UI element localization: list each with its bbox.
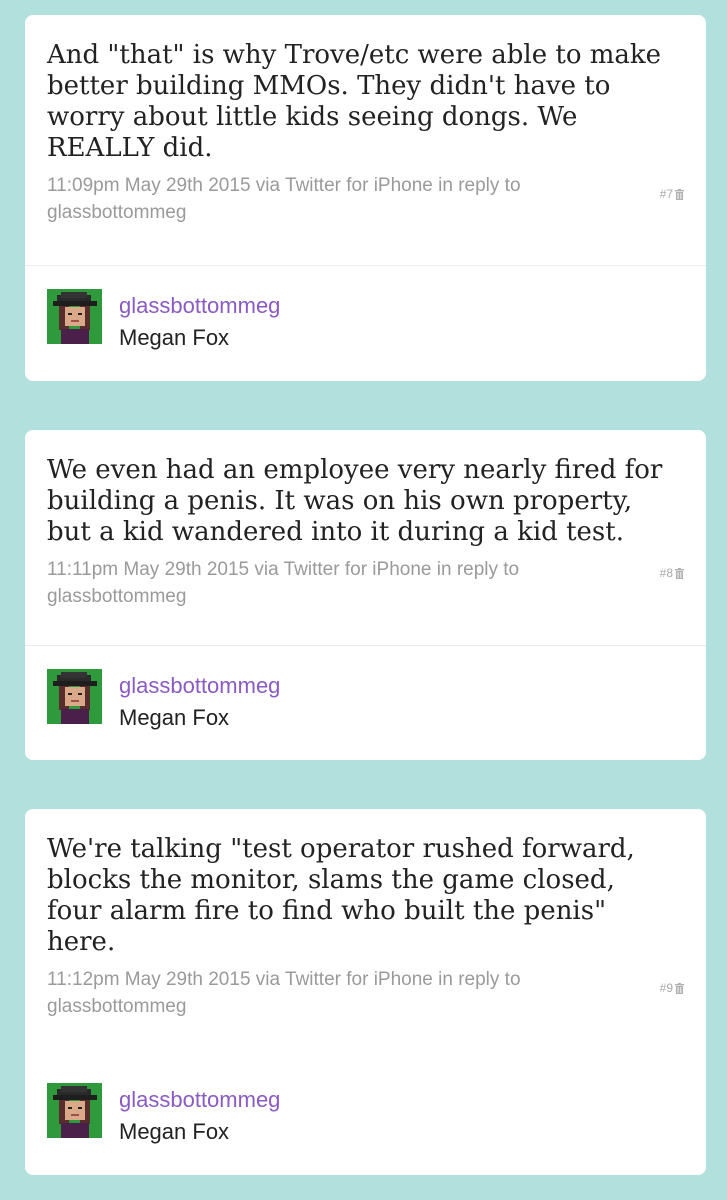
via-label: via (255, 175, 281, 196)
tweet-number: #9 (660, 981, 684, 995)
author-username[interactable]: glassbottommeg (119, 1085, 280, 1115)
author-name: Megan Fox (119, 1119, 230, 1144)
avatar[interactable] (47, 669, 102, 724)
tweet-text: We're talking "test operator rushed forw… (47, 834, 635, 957)
reply-to-link[interactable]: glassbottommeg (47, 996, 186, 1017)
author-block[interactable]: glassbottommeg Megan Fox (47, 289, 280, 355)
tweet-body: And "that" is why Trove/etc were able to… (25, 15, 706, 226)
author-username[interactable]: glassbottommeg (119, 671, 280, 701)
author-block[interactable]: glassbottommeg Megan Fox (47, 1083, 280, 1149)
author-names: glassbottommeg Megan Fox (119, 291, 280, 355)
tweet-text: And "that" is why Trove/etc were able to… (47, 40, 662, 163)
tweet-number: #8 (660, 566, 684, 580)
client-link[interactable]: Twitter for iPhone (284, 559, 432, 580)
client-link[interactable]: Twitter for iPhone (285, 969, 433, 990)
tweet-body: We even had an employee very nearly fire… (25, 430, 706, 610)
trash-icon[interactable] (675, 188, 684, 200)
author-names: glassbottommeg Megan Fox (119, 1085, 280, 1149)
tweet-meta: 11:09pm May 29th 2015 via Twitter for iP… (47, 172, 684, 226)
tweet-timestamp[interactable]: 11:12pm May 29th 2015 (47, 969, 251, 990)
author-name: Megan Fox (119, 705, 230, 730)
tweet-timestamp[interactable]: 11:11pm May 29th 2015 (47, 559, 249, 580)
trash-icon[interactable] (675, 567, 684, 579)
divider (25, 265, 706, 266)
reply-to-link[interactable]: glassbottommeg (47, 586, 186, 607)
author-username[interactable]: glassbottommeg (119, 291, 280, 321)
tweet-card: We even had an employee very nearly fire… (25, 430, 706, 760)
tweet-number-label: #9 (659, 981, 673, 995)
divider (25, 645, 706, 646)
via-label: via (254, 559, 279, 580)
trash-icon[interactable] (675, 982, 684, 994)
tweet-text: We even had an employee very nearly fire… (47, 455, 663, 547)
reply-to-link[interactable]: glassbottommeg (47, 202, 186, 223)
reply-label: in reply to (438, 969, 521, 990)
tweet-number: #7 (660, 187, 684, 201)
tweet-meta: 11:12pm May 29th 2015 via Twitter for iP… (47, 966, 684, 1020)
tweet-card: And "that" is why Trove/etc were able to… (25, 15, 706, 381)
avatar[interactable] (47, 289, 102, 344)
tweet-timestamp[interactable]: 11:09pm May 29th 2015 (47, 175, 251, 196)
tweet-card: We're talking "test operator rushed forw… (25, 809, 706, 1175)
author-block[interactable]: glassbottommeg Megan Fox (47, 669, 280, 735)
author-name: Megan Fox (119, 325, 230, 350)
tweet-number-label: #7 (659, 187, 673, 201)
avatar[interactable] (47, 1083, 102, 1138)
tweet-meta: 11:11pm May 29th 2015 via Twitter for iP… (47, 556, 684, 610)
tweet-body: We're talking "test operator rushed forw… (25, 809, 706, 1020)
author-names: glassbottommeg Megan Fox (119, 671, 280, 735)
tweet-number-label: #8 (659, 566, 673, 580)
reply-label: in reply to (438, 175, 521, 196)
client-link[interactable]: Twitter for iPhone (285, 175, 433, 196)
reply-label: in reply to (436, 559, 520, 580)
via-label: via (255, 969, 281, 990)
